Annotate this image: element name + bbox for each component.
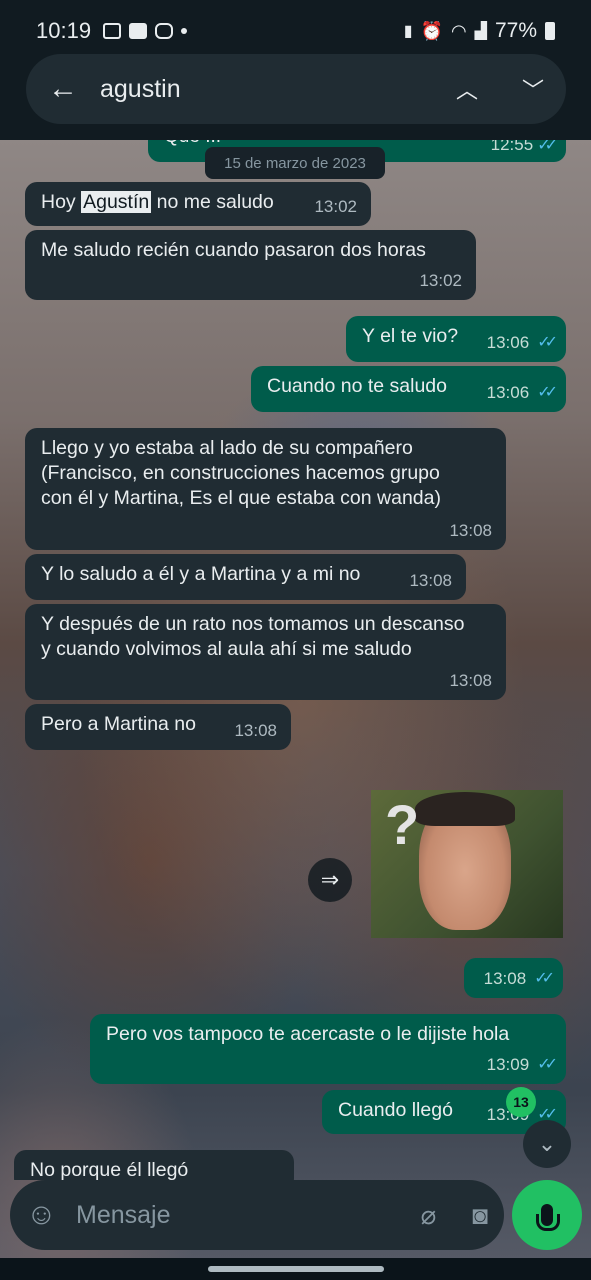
message-time: 13:08 [483, 969, 527, 988]
message-text: Hoy Agustín no me saludo [41, 191, 274, 213]
emoji-icon[interactable]: ☺ [26, 1198, 60, 1232]
search-next-icon[interactable]: ﹀ [522, 73, 544, 105]
search-prev-icon[interactable]: ︿ [456, 73, 478, 105]
microphone-button[interactable] [512, 1180, 582, 1250]
message-bubble-out[interactable]: Y el te vio? 13:06 ✓✓ [346, 316, 566, 362]
message-time: 13:06 [486, 333, 530, 352]
message-text: Y después de un rato nos tomamos un desc… [41, 613, 465, 660]
message-time: 13:08 [449, 671, 492, 690]
message-bubble-in[interactable]: No porque él llegó [14, 1150, 294, 1180]
message-text: Cuando llegó [338, 1099, 453, 1121]
message-bubble-in[interactable]: Hoy Agustín no me saludo 13:02 [25, 182, 371, 226]
message-bubble-out[interactable]: Cuando no te saludo 13:06 ✓✓ [251, 366, 566, 412]
microphone-icon [536, 1204, 560, 1231]
signal-icon: ▟ [474, 23, 487, 40]
unread-count-badge: 13 [506, 1087, 536, 1117]
message-bubble-out[interactable]: Pero vos tampoco te acercaste o le dijis… [90, 1014, 566, 1084]
message-time: 13:09 [486, 1055, 530, 1074]
read-ticks-icon: ✓✓ [537, 140, 558, 154]
message-bubble-in[interactable]: Pero a Martina no 13:08 [25, 704, 291, 750]
message-text: Y lo saludo a él y a Martina y a mi no [41, 563, 361, 585]
message-text: Cuando no te saludo [267, 375, 447, 397]
message-input[interactable]: Mensaje [76, 1201, 171, 1230]
scroll-to-bottom-icon[interactable]: ⌄ [523, 1120, 571, 1168]
read-ticks-icon: ✓✓ [537, 1056, 558, 1073]
search-bar: ← agustin ︿ ﹀ [26, 54, 566, 124]
battery-percent: 77% [494, 19, 537, 42]
read-ticks-icon: ✓✓ [537, 384, 558, 401]
notification-dot-icon [181, 28, 188, 34]
message-time: 13:02 [314, 197, 357, 216]
message-text: Me saludo recién cuando pasaron dos hora… [41, 239, 426, 261]
sticker-image[interactable]: ? [371, 790, 563, 938]
message-bubble-in[interactable]: Y después de un rato nos tomamos un desc… [25, 604, 506, 700]
message-time: 13:02 [419, 271, 462, 290]
battery-saver-icon: ▮ [403, 23, 413, 40]
message-bubble-in[interactable]: Llego y yo estaba al lado de su compañer… [25, 428, 506, 550]
app-icon [129, 23, 148, 39]
gallery-icon [103, 23, 122, 39]
sticker-hair [415, 792, 515, 826]
message-input-bar: ☺ Mensaje ⌀ ◙ [10, 1180, 504, 1250]
message-text: Pero vos tampoco te acercaste o le dijis… [106, 1023, 510, 1045]
status-bar: 10:19 ▮ ⏰ ◠ ▟ 77% [0, 0, 591, 62]
forward-icon[interactable]: ⇒ [308, 858, 352, 902]
camera-icon[interactable]: ◙ [472, 1200, 488, 1231]
message-bubble-out[interactable]: 13:08 ✓✓ [464, 958, 563, 998]
message-bubble-in[interactable]: Y lo saludo a él y a Martina y a mi no 1… [25, 554, 466, 600]
status-time: 10:19 [36, 18, 92, 43]
message-text: Pero a Martina no [41, 713, 197, 735]
home-gesture-pill[interactable] [208, 1266, 384, 1272]
message-text: Llego y yo estaba al lado de su compañer… [41, 437, 441, 509]
date-separator: 15 de marzo de 2023 [205, 147, 385, 179]
battery-icon [545, 22, 555, 40]
navigation-bar [0, 1258, 591, 1280]
message-time: 12:55 [490, 140, 534, 154]
instagram-icon [155, 23, 174, 39]
message-bubble-in[interactable]: Me saludo recién cuando pasaron dos hora… [25, 230, 476, 300]
read-ticks-icon: ✓✓ [537, 334, 558, 351]
read-ticks-icon: ✓✓ [534, 970, 555, 987]
search-input[interactable]: agustin [100, 75, 181, 104]
message-time: 13:06 [486, 383, 530, 402]
attach-icon[interactable]: ⌀ [421, 1200, 437, 1231]
back-arrow-icon[interactable]: ← [48, 72, 88, 106]
alarm-icon: ⏰ [420, 20, 443, 41]
message-text: No porque él llegó [30, 1159, 189, 1180]
message-list[interactable]: Que ... 12:55✓✓ 15 de marzo de 2023 Hoy … [0, 140, 591, 1180]
wifi-icon: ◠ [450, 20, 467, 41]
search-header: ← agustin ︿ ﹀ [0, 54, 591, 140]
message-time: 13:08 [449, 521, 492, 540]
message-time: 13:08 [234, 721, 277, 740]
search-match-highlight: Agustín [81, 191, 152, 213]
message-text: Y el te vio? [362, 325, 459, 347]
question-mark-icon: ? [385, 793, 420, 856]
message-time: 13:08 [409, 571, 452, 590]
